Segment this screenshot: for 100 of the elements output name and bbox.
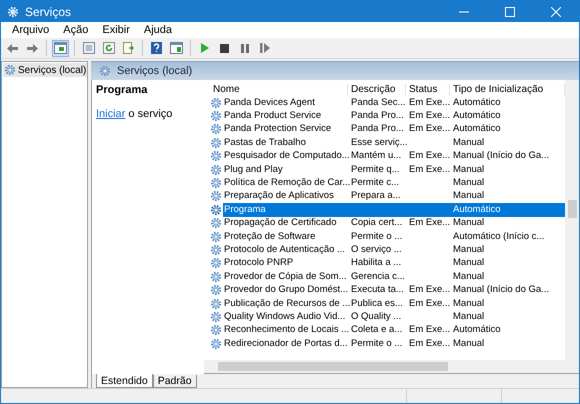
service-name[interactable]: Plug and Play [224,164,283,176]
gear-icon [210,164,222,176]
service-name[interactable]: Política de Remoção de Car... [224,177,350,190]
table-cell-text: Em Exe... [408,164,450,176]
gear-icon [210,136,222,149]
service-name[interactable]: Panda Product Service [224,110,322,122]
table-cell-text: Gerencia c... [350,270,405,283]
console-tree-icon[interactable] [54,42,67,54]
service-name[interactable]: Pesquisador de Computado... [224,150,350,162]
table-cell-text: Em Exe... [408,217,450,230]
menu-item[interactable]: Ação [56,24,96,36]
export-list-icon[interactable] [122,42,134,54]
service-name[interactable]: Quality Windows Audio Vid... [224,310,346,323]
table-cell-text: Manual [452,136,484,149]
gear-icon [210,177,222,190]
tree-item[interactable]: Serviços (local) [3,63,88,77]
play-icon[interactable] [200,43,208,53]
service-name[interactable]: Preparação de Aplicativos [224,190,334,202]
table-cell-text: Automático (Início c... [452,230,544,243]
gear-icon [210,324,222,336]
service-name[interactable]: Propagação de Certificado [224,217,336,230]
service-name[interactable]: Pastas de Trabalho [224,136,306,149]
horizontal-scrollbar[interactable] [204,360,579,374]
table-cell-text: Em Exe... [408,110,450,122]
table-cell-text: Permite c... [350,177,400,190]
table-cell-text: Manual [452,338,484,350]
table-cell-text: Panda Sec... [350,96,406,109]
service-name[interactable]: Redirecionador de Portas d... [224,338,348,350]
column-header[interactable]: Nome [210,84,348,96]
gear-icon [7,6,19,18]
view-tab[interactable]: Estendido [96,374,153,388]
table-cell-text: Panda Pro... [350,110,404,122]
action-pane-icon[interactable] [170,42,183,54]
table-cell-text: Automático [452,123,501,136]
table-cell-text: Manual [452,257,484,270]
table-cell-text: Permite o ... [350,230,402,243]
table-cell-text: Em Exe... [408,123,450,136]
vertical-scrollbar[interactable] [565,80,579,360]
gear-icon [99,65,111,77]
gear-icon [210,310,222,323]
close-icon[interactable] [551,6,561,16]
service-name[interactable]: Publicação de Recursos de ... [224,298,350,310]
service-name[interactable]: Provedor de Cópia de Som... [224,270,347,283]
view-tab[interactable]: Padrão [152,375,197,388]
table-cell-text: Manual [452,177,484,190]
gear-icon [210,230,222,243]
gear-icon [210,150,222,162]
table-cell-text: Em Exe... [408,150,450,162]
table-cell-text: Automático [452,324,501,336]
table-cell-text: Automático [452,204,501,216]
table-cell-text: Manual [452,164,484,176]
service-title: Programa [96,84,148,96]
refresh-icon[interactable] [102,42,114,54]
table-cell-text: Permite o ... [350,338,402,350]
properties-icon[interactable] [82,42,94,54]
menu-item[interactable]: Exibir [95,24,137,36]
gear-icon [210,257,222,270]
start-service-text: Iniciar o serviço [96,108,174,120]
table-cell-text: Manual (Início do Ga... [452,284,550,296]
back-arrow-icon[interactable] [6,42,19,54]
start-link[interactable]: Iniciar [96,108,126,120]
forward-arrow-icon[interactable] [26,42,39,54]
table-cell-text: Em Exe... [408,298,450,310]
service-name[interactable]: Panda Protection Service [224,123,332,136]
table-cell-text: Manual [452,244,484,256]
menu-item[interactable]: Ajuda [136,24,180,36]
table-cell-text: Manual [452,217,484,230]
pane-title: Serviços (local) [117,65,192,77]
service-name[interactable]: Protocolo PNRP [224,257,294,270]
service-name[interactable]: Protocolo de Autenticação ... [224,244,345,256]
maximize-icon[interactable] [505,6,515,16]
table-cell-text: Copia cert... [350,217,402,230]
table-cell-text: Panda Pro... [350,123,404,136]
table-cell-text: Automático [452,96,501,109]
resume-icon[interactable] [260,43,270,53]
column-header[interactable]: Descrição [348,84,406,96]
table-cell-text: Em Exe... [408,96,450,109]
table-cell-text: Esse serviç... [350,136,408,149]
gear-icon [4,64,16,76]
service-name[interactable]: Provedor do Grupo Domést... [224,284,348,296]
table-cell-text: Manual (Início do Ga... [452,150,550,162]
column-header[interactable]: Status [406,84,450,96]
table-cell-text: Coleta e a... [350,324,402,336]
gear-icon [210,110,222,122]
help-icon[interactable] [151,42,162,54]
service-name[interactable]: Panda Devices Agent [224,96,315,109]
gear-icon [210,338,222,350]
table-cell-text: Executa ta... [350,284,404,296]
table-cell-text: Publica es... [350,298,403,310]
table-cell-text: O serviço ... [350,244,402,256]
menu-item[interactable]: Arquivo [5,24,56,36]
table-cell-text: Automático [452,110,501,122]
service-name[interactable]: Proteção de Software [224,230,316,243]
service-name[interactable]: Reconhecimento de Locais ... [224,324,350,336]
table-cell-text: Em Exe... [408,338,450,350]
service-name[interactable]: Programa [224,204,266,216]
gear-icon [210,123,222,136]
window-title: Serviços [25,4,72,18]
stop-icon[interactable] [220,44,229,52]
pause-icon[interactable] [240,44,248,52]
